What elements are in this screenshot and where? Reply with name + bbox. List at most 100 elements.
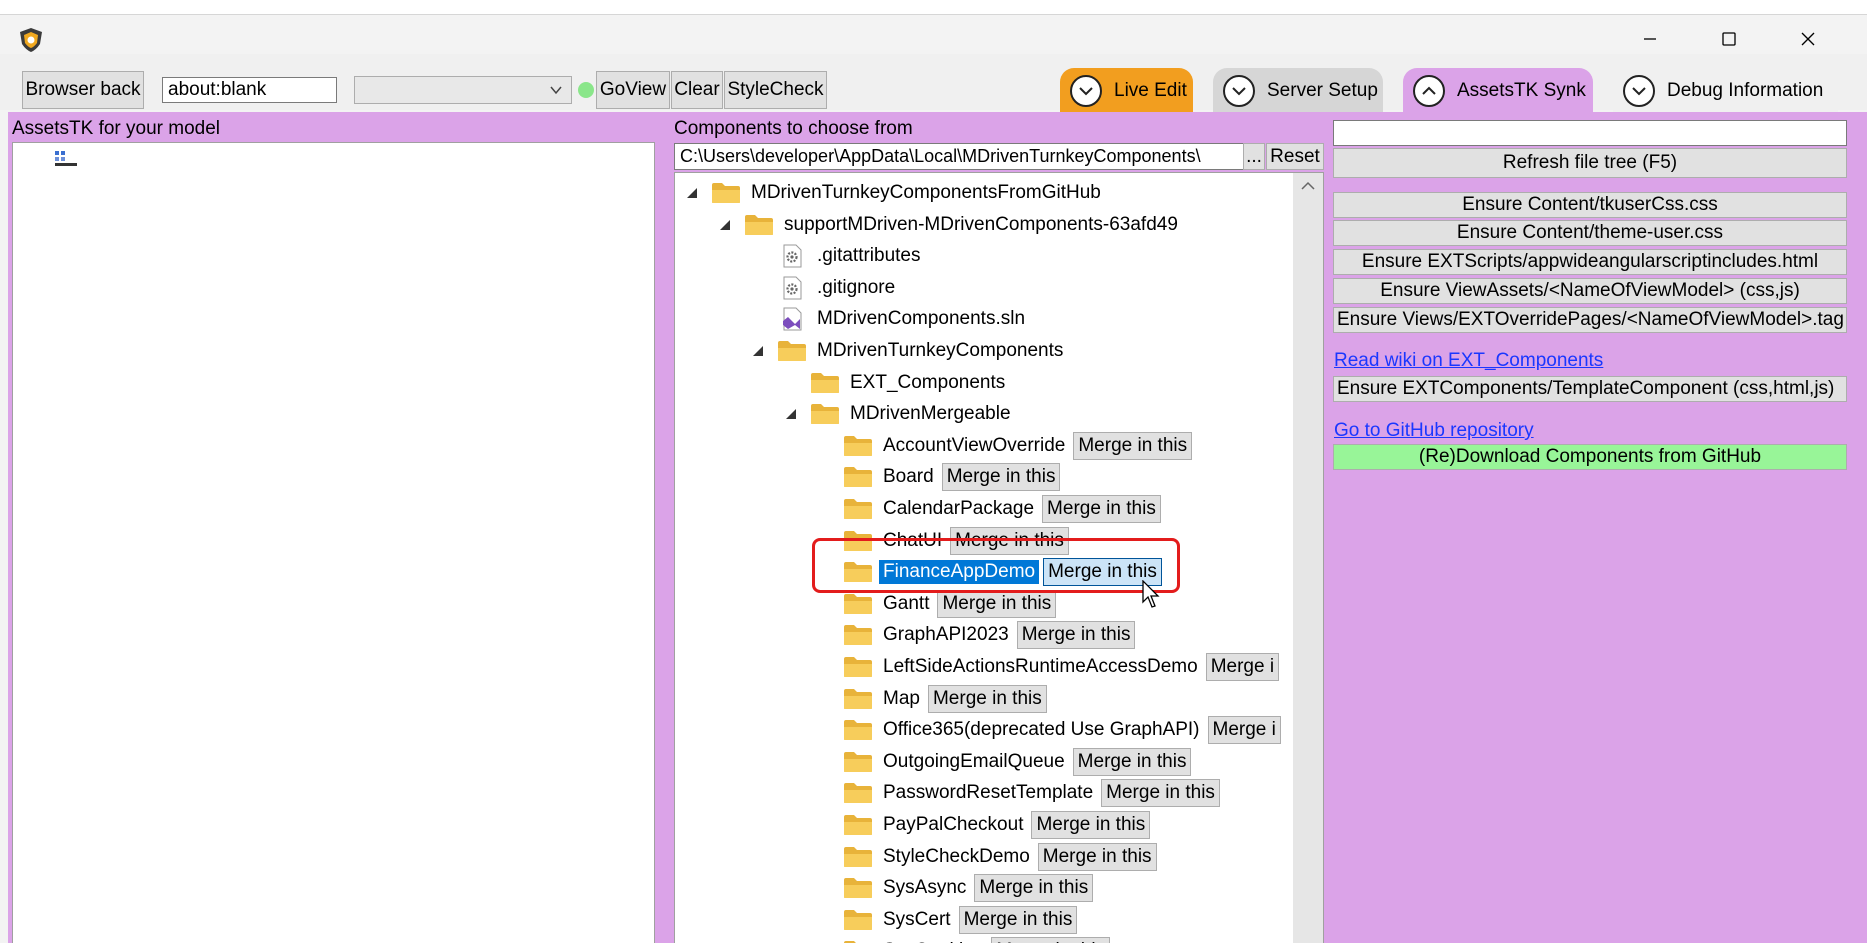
- model-assets-tree[interactable]: [12, 142, 655, 943]
- tree-node-component[interactable]: SysCookies Merge in this: [843, 937, 1111, 943]
- tree-node-label: PayPalCheckout: [883, 814, 1024, 835]
- tab-live-edit[interactable]: Live Edit: [1060, 68, 1193, 114]
- components-panel-title: Components to choose from: [674, 118, 913, 139]
- folder-icon: [778, 341, 806, 361]
- tree-node-ext-components[interactable]: EXT_Components: [810, 369, 1009, 397]
- tree-node-component[interactable]: LeftSideActionsRuntimeAccessDemo Merge i: [843, 653, 1280, 681]
- tree-node-label: Map: [883, 687, 920, 709]
- ensure-angular-scripts-button[interactable]: Ensure EXTScripts/appwideangularscriptin…: [1333, 249, 1847, 275]
- close-button[interactable]: [1773, 21, 1843, 57]
- merge-in-this-button[interactable]: Merge i: [1205, 653, 1280, 681]
- folder-icon: [844, 783, 872, 804]
- clear-button[interactable]: Clear: [671, 71, 723, 109]
- filter-input[interactable]: [1333, 120, 1847, 146]
- ensure-viewassets-button[interactable]: Ensure ViewAssets/<NameOfViewModel> (css…: [1333, 278, 1847, 304]
- chevron-up-icon: [1413, 75, 1445, 107]
- goview-button[interactable]: GoView: [596, 71, 670, 109]
- merge-in-this-button[interactable]: Merge in this: [1016, 621, 1136, 650]
- chevron-down-icon: [1623, 75, 1655, 107]
- tree-node-gitignore[interactable]: .gitignore: [777, 274, 899, 302]
- tree-node-label: AccountViewOverride: [883, 434, 1066, 456]
- tab-label: Live Edit: [1114, 80, 1187, 101]
- merge-in-this-button[interactable]: Merge in this: [991, 937, 1111, 943]
- tree-node-sln[interactable]: MDrivenComponents.sln: [777, 305, 1029, 333]
- merge-in-this-button[interactable]: Merge in this: [958, 905, 1078, 934]
- tree-node-component[interactable]: CalendarPackage Merge in this: [843, 495, 1161, 523]
- stylecheck-button[interactable]: StyleCheck: [724, 71, 827, 109]
- merge-in-this-button[interactable]: Merge in this: [1042, 495, 1161, 523]
- tree-node-component[interactable]: AccountViewOverride Merge in this: [843, 431, 1193, 460]
- tab-label: Server Setup: [1267, 80, 1378, 101]
- tab-debug-information[interactable]: Debug Information: [1613, 68, 1838, 114]
- tree-node-label: OutgoingEmailQueue: [883, 750, 1065, 772]
- tree-node-component[interactable]: OutgoingEmailQueue Merge in this: [843, 747, 1192, 776]
- tree-node-component[interactable]: Map Merge in this: [843, 684, 1047, 713]
- reset-button[interactable]: Reset: [1266, 143, 1324, 170]
- expander-open-icon[interactable]: [751, 344, 767, 360]
- tree-scrollbar[interactable]: [1293, 173, 1323, 943]
- github-link[interactable]: Go to GitHub repository: [1334, 420, 1534, 442]
- tree-node-label: .gitignore: [817, 276, 896, 298]
- tab-label: AssetsTK Synk: [1457, 80, 1586, 101]
- merge-in-this-button[interactable]: Merge in this: [1101, 779, 1220, 808]
- merge-in-this-button[interactable]: Merge in this: [927, 684, 1047, 713]
- ensure-theme-user-button[interactable]: Ensure Content/theme-user.css: [1333, 220, 1847, 246]
- folder-icon: [844, 878, 872, 899]
- tree-node-component[interactable]: PayPalCheckout Merge in this: [843, 811, 1151, 839]
- tree-node-mergeable[interactable]: MDrivenMergeable: [786, 400, 1015, 428]
- ensure-tkusercss-button[interactable]: Ensure Content/tkuserCss.css: [1333, 192, 1847, 218]
- tree-node-label: GraphAPI2023: [883, 624, 1009, 646]
- tree-node-component[interactable]: Board Merge in this: [843, 463, 1061, 492]
- components-path-input[interactable]: C:\Users\developer\AppData\Local\MDriven…: [674, 143, 1244, 170]
- tree-node-label: Office365(deprecated Use GraphAPI): [883, 719, 1200, 741]
- ensure-override-pages-button[interactable]: Ensure Views/EXTOverridePages/<NameOfVie…: [1333, 307, 1847, 333]
- merge-in-this-button[interactable]: Merge in this: [1072, 747, 1192, 776]
- tree-node-label: MDrivenComponents.sln: [817, 308, 1026, 330]
- tree-node-component[interactable]: PasswordResetTemplate Merge in this: [843, 779, 1220, 808]
- refresh-file-tree-button[interactable]: Refresh file tree (F5): [1333, 148, 1847, 178]
- folder-icon: [844, 435, 872, 456]
- folder-icon: [844, 593, 872, 614]
- tree-node-component[interactable]: GraphAPI2023 Merge in this: [843, 621, 1136, 650]
- main-area: AssetsTK for your model Components to ch…: [8, 112, 1867, 943]
- folder-icon: [811, 404, 839, 425]
- tree-node-component[interactable]: SysCert Merge in this: [843, 905, 1078, 934]
- url-input[interactable]: about:blank: [162, 77, 337, 103]
- browser-back-button[interactable]: Browser back: [22, 71, 144, 109]
- tree-node-component[interactable]: Gantt Merge in this: [843, 589, 1057, 618]
- download-components-button[interactable]: (Re)Download Components from GitHub: [1333, 444, 1847, 470]
- tree-node-label: Board: [883, 466, 934, 488]
- browse-button[interactable]: ...: [1243, 143, 1265, 170]
- merge-in-this-button[interactable]: Merge in this: [1031, 811, 1151, 839]
- tree-node-turnkey[interactable]: MDrivenTurnkeyComponents: [753, 337, 1067, 365]
- merge-in-this-button[interactable]: Merge in this: [941, 463, 1061, 492]
- merge-in-this-button[interactable]: Merge in this: [1037, 842, 1157, 871]
- merge-in-this-button[interactable]: Merge in this: [937, 589, 1057, 618]
- tree-node-root[interactable]: MDrivenTurnkeyComponentsFromGitHub: [687, 179, 1105, 207]
- tree-node-component[interactable]: Office365(deprecated Use GraphAPI) Merge …: [843, 716, 1281, 745]
- merge-in-this-button[interactable]: Merge i: [1207, 716, 1281, 745]
- solution-file-icon: [783, 307, 802, 331]
- expander-open-icon[interactable]: [784, 407, 800, 423]
- app-logo-icon: [20, 28, 42, 52]
- ensure-template-component-button[interactable]: Ensure EXTComponents/TemplateComponent (…: [1333, 376, 1847, 402]
- tree-node-gitattributes[interactable]: .gitattributes: [777, 242, 925, 270]
- tree-node-repo[interactable]: supportMDriven-MDrivenComponents-63afd49: [720, 211, 1182, 239]
- merge-in-this-button[interactable]: Merge in this: [1073, 431, 1193, 460]
- expander-open-icon[interactable]: [685, 186, 701, 202]
- wiki-link[interactable]: Read wiki on EXT_Components: [1334, 350, 1603, 372]
- tab-assetstk-synk[interactable]: AssetsTK Synk: [1403, 68, 1593, 114]
- view-select[interactable]: [354, 76, 572, 104]
- expander-open-icon[interactable]: [718, 218, 734, 234]
- merge-in-this-button[interactable]: Merge in this: [974, 874, 1094, 903]
- minimize-button[interactable]: [1615, 21, 1685, 57]
- tab-server-setup[interactable]: Server Setup: [1213, 68, 1383, 114]
- tree-node-label: supportMDriven-MDrivenComponents-63afd49: [784, 213, 1178, 235]
- folder-icon: [844, 625, 872, 646]
- folder-icon: [712, 183, 740, 203]
- tree-node-label: SysCert: [883, 908, 951, 930]
- folder-icon: [844, 657, 872, 677]
- maximize-button[interactable]: [1694, 21, 1764, 57]
- tree-node-component[interactable]: SysAsync Merge in this: [843, 874, 1094, 903]
- tree-node-component[interactable]: StyleCheckDemo Merge in this: [843, 842, 1157, 871]
